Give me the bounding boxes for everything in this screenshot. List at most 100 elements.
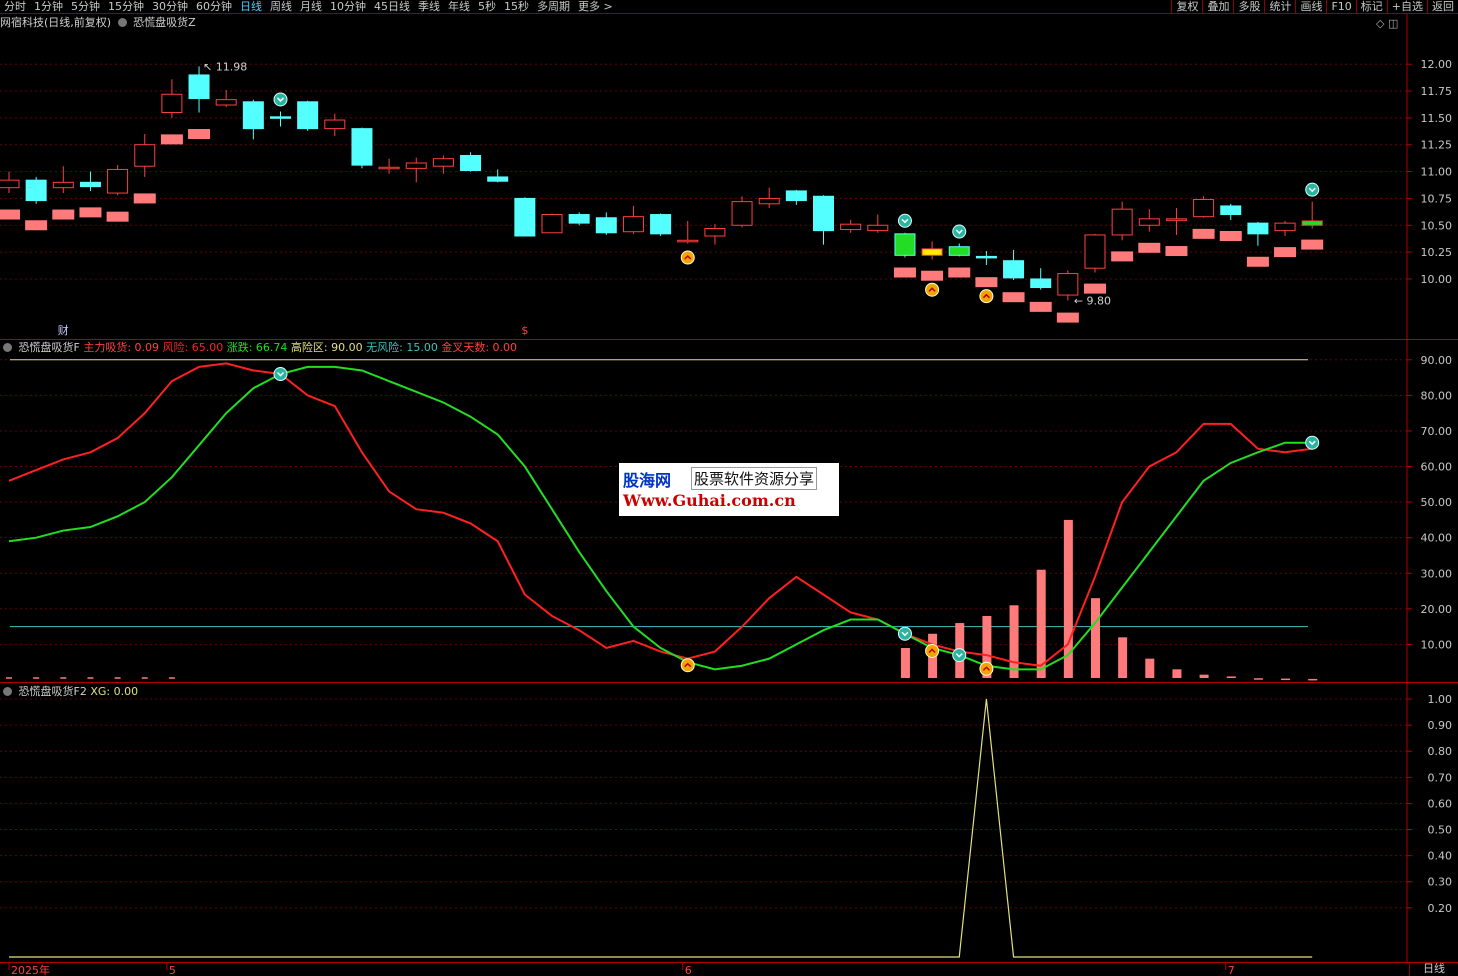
support-block-42 bbox=[1138, 242, 1161, 253]
golden-cross-bar-41 bbox=[1118, 637, 1128, 678]
candle-body-36 bbox=[975, 255, 997, 259]
support-block-4 bbox=[106, 211, 129, 222]
golden-cross-bar-48 bbox=[1308, 678, 1318, 681]
xg-tick-label-3: 0.50 bbox=[1428, 824, 1453, 837]
candle-body-22 bbox=[595, 217, 617, 234]
price-tick-label-7: 11.75 bbox=[1421, 85, 1453, 98]
indicator-tick-label-3: 40.00 bbox=[1421, 532, 1453, 545]
support-block-2 bbox=[52, 209, 75, 220]
support-block-34 bbox=[921, 270, 944, 281]
candle-body-25 bbox=[677, 239, 699, 243]
candle-body-14 bbox=[378, 166, 400, 170]
xg-tick-label-0: 0.20 bbox=[1428, 902, 1453, 915]
x-label-2: 6 bbox=[685, 964, 692, 976]
support-block-45 bbox=[1219, 231, 1242, 241]
support-block-44 bbox=[1192, 228, 1215, 239]
price-tick-label-5: 11.25 bbox=[1421, 139, 1453, 152]
golden-cross-bar-44 bbox=[1199, 674, 1209, 678]
candle-body-2 bbox=[52, 181, 74, 189]
price-tick-label-1: 10.25 bbox=[1421, 246, 1453, 259]
price-sell-marker-10 bbox=[273, 92, 288, 107]
price-tick-label-2: 10.50 bbox=[1421, 219, 1453, 232]
support-block-0 bbox=[0, 209, 20, 220]
support-block-41 bbox=[1111, 251, 1134, 262]
support-block-40 bbox=[1084, 283, 1106, 294]
golden-cross-bar-37 bbox=[1009, 605, 1019, 678]
support-block-3 bbox=[79, 207, 102, 218]
candle-body-17 bbox=[460, 154, 482, 172]
indicator-buy-marker-25 bbox=[680, 658, 695, 673]
candle-body-15 bbox=[405, 162, 427, 169]
candle-body-37 bbox=[1003, 260, 1025, 279]
support-block-43 bbox=[1165, 246, 1188, 257]
watermark-subtitle: 股票软件资源分享 bbox=[691, 467, 818, 490]
candle-body-29 bbox=[785, 190, 807, 202]
period-button[interactable]: 日线 bbox=[1409, 962, 1458, 976]
xg-line bbox=[9, 698, 1313, 958]
indicator-tick-label-6: 70.00 bbox=[1421, 425, 1453, 438]
candle-body-10 bbox=[270, 116, 291, 119]
golden-cross-bar-47 bbox=[1281, 678, 1291, 681]
candle-body-39 bbox=[1057, 273, 1079, 296]
candle-body-16 bbox=[432, 158, 454, 167]
watermark-url: Www.Guhai.com.cn bbox=[623, 491, 796, 510]
indicator-tick-label-7: 80.00 bbox=[1421, 389, 1453, 402]
xg-tick-label-8: 1.00 bbox=[1428, 693, 1453, 706]
indicator-sell-marker-33 bbox=[897, 626, 912, 641]
support-block-38 bbox=[1029, 301, 1052, 312]
candle-body-23 bbox=[622, 216, 644, 233]
support-block-35 bbox=[948, 267, 971, 278]
candle-body-46 bbox=[1247, 222, 1269, 235]
candle-body-9 bbox=[242, 101, 264, 130]
candle-body-19 bbox=[514, 197, 536, 237]
indicator-tick-label-5: 60.00 bbox=[1421, 461, 1453, 474]
price-tick-label-6: 11.50 bbox=[1421, 112, 1453, 125]
price-sell-marker-35 bbox=[952, 224, 967, 239]
candle-body-45 bbox=[1220, 205, 1242, 216]
candle-body-3 bbox=[79, 181, 101, 188]
event-label-1: $ bbox=[521, 324, 528, 337]
candle-body-11 bbox=[297, 101, 319, 130]
candle-body-21 bbox=[568, 214, 590, 224]
support-block-7 bbox=[188, 129, 211, 139]
candle-body-4 bbox=[107, 168, 129, 194]
candle-body-24 bbox=[650, 214, 672, 235]
candle-body-30 bbox=[813, 195, 834, 232]
indicator-tick-label-8: 90.00 bbox=[1421, 354, 1453, 367]
candle-body-28 bbox=[758, 197, 780, 205]
support-block-36 bbox=[975, 277, 998, 288]
high-label: ↖ 11.98 bbox=[203, 60, 247, 73]
xg-tick-label-4: 0.60 bbox=[1428, 797, 1453, 810]
price-buy-marker-34 bbox=[925, 282, 940, 297]
candle-body-8 bbox=[215, 99, 237, 106]
candle-body-33 bbox=[894, 233, 916, 256]
candle-body-42 bbox=[1138, 218, 1160, 226]
x-label-1: 5 bbox=[169, 964, 176, 976]
candle-body-27 bbox=[731, 201, 753, 226]
xg-tick-label-5: 0.70 bbox=[1428, 771, 1453, 784]
indicator-tick-label-2: 30.00 bbox=[1421, 567, 1453, 580]
price-buy-marker-36 bbox=[979, 289, 994, 304]
indicator-buy-marker-34 bbox=[925, 643, 940, 658]
golden-cross-bar-42 bbox=[1145, 658, 1155, 678]
price-sell-marker-33 bbox=[897, 213, 912, 228]
xg-tick-label-7: 0.90 bbox=[1428, 719, 1453, 732]
candle-body-34 bbox=[921, 248, 943, 256]
golden-cross-bar-40 bbox=[1091, 598, 1100, 678]
indicator-tick-label-1: 20.00 bbox=[1421, 603, 1453, 616]
price-tick-label-3: 10.75 bbox=[1421, 192, 1453, 205]
support-block-5 bbox=[133, 193, 156, 204]
support-block-33 bbox=[893, 267, 916, 278]
x-label-0: 2025年 bbox=[11, 963, 50, 976]
candle-body-6 bbox=[161, 93, 183, 114]
indicator-sell-marker-48 bbox=[1305, 435, 1320, 450]
xg-tick-label-2: 0.40 bbox=[1428, 850, 1453, 863]
candle-body-31 bbox=[840, 223, 862, 231]
candle-body-38 bbox=[1030, 278, 1052, 289]
candle-body-40 bbox=[1084, 234, 1106, 269]
support-block-1 bbox=[25, 220, 48, 231]
candle-body-48 bbox=[1301, 220, 1323, 226]
event-label-0: 财 bbox=[58, 323, 69, 337]
xg-tick-label-6: 0.80 bbox=[1428, 745, 1453, 758]
support-block-37 bbox=[1002, 292, 1025, 303]
